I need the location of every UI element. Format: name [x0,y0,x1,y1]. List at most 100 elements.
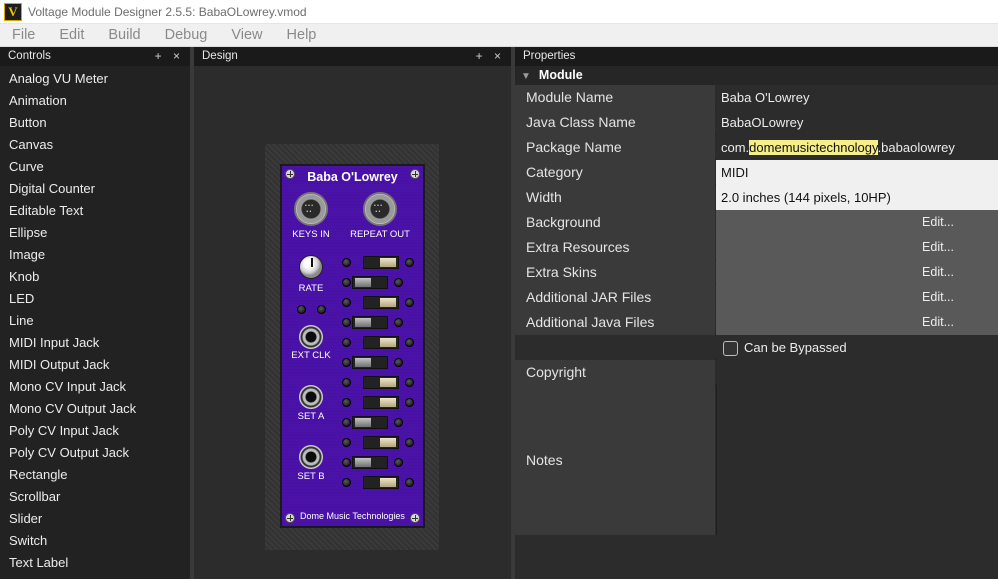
panel-dock-close-icons[interactable]: + × [155,47,184,66]
step-led[interactable] [342,478,351,487]
panel-dock-close-icons[interactable]: + × [476,47,505,66]
menu-help[interactable]: Help [275,24,329,47]
control-item-analog-vu-meter[interactable]: Analog VU Meter [0,68,190,90]
notes-textarea[interactable] [716,385,998,535]
step-switch[interactable] [363,476,399,489]
step-led[interactable] [405,398,414,407]
led[interactable] [297,305,306,314]
step-led[interactable] [405,438,414,447]
keys-in-label[interactable]: KEYS IN [276,229,346,240]
menu-debug[interactable]: Debug [153,24,220,47]
set-b-label[interactable]: SET B [276,471,346,482]
step-led[interactable] [342,278,351,287]
menu-view[interactable]: View [219,24,274,47]
additional-java-files-edit-button[interactable]: Edit... [716,310,998,335]
step-led[interactable] [405,258,414,267]
category-select[interactable]: MIDI [716,160,998,185]
step-led[interactable] [405,378,414,387]
control-item-knob[interactable]: Knob [0,266,190,288]
repeat-out-label[interactable]: REPEAT OUT [345,229,415,240]
step-led[interactable] [342,398,351,407]
design-canvas[interactable]: Baba O'Lowrey KEYS IN REPEAT OUT RATE EX… [194,66,511,579]
can-be-bypassed-checkbox[interactable] [723,341,738,357]
module-name-field[interactable]: Baba O'Lowrey [716,85,998,110]
set-a-jack[interactable] [299,385,323,409]
step-led[interactable] [405,298,414,307]
control-item-poly-cv-output-jack[interactable]: Poly CV Output Jack [0,442,190,464]
module-footer-label[interactable]: Dome Music Technologies [282,511,423,521]
step-led[interactable] [394,418,403,427]
set-b-jack[interactable] [299,445,323,469]
extra-skins-edit-button[interactable]: Edit... [716,260,998,285]
copyright-field[interactable] [716,360,998,385]
control-item-button[interactable]: Button [0,112,190,134]
control-item-midi-input-jack[interactable]: MIDI Input Jack [0,332,190,354]
step-switch[interactable] [363,296,399,309]
step-led[interactable] [394,458,403,467]
rate-knob[interactable] [299,255,323,279]
step-switch[interactable] [363,336,399,349]
can-be-bypassed-toggle[interactable]: Can be Bypassed [716,335,998,360]
extra-resources-edit-button[interactable]: Edit... [716,235,998,260]
collapse-triangle-icon[interactable]: ▼ [521,67,531,86]
ext-clk-jack[interactable] [299,325,323,349]
set-a-label[interactable]: SET A [276,411,346,422]
step-switch[interactable] [352,416,388,429]
step-switch[interactable] [363,256,399,269]
midi-output-jack[interactable] [363,192,397,226]
step-switch[interactable] [352,456,388,469]
step-led[interactable] [342,338,351,347]
step-switch[interactable] [363,376,399,389]
java-class-name-field[interactable]: BabaOLowrey [716,110,998,135]
midi-input-jack[interactable] [294,192,328,226]
step-switch[interactable] [363,436,399,449]
control-item-led[interactable]: LED [0,288,190,310]
menu-build[interactable]: Build [96,24,152,47]
step-led[interactable] [342,318,351,327]
step-switch[interactable] [352,356,388,369]
step-led[interactable] [342,418,351,427]
step-led[interactable] [394,278,403,287]
control-item-digital-counter[interactable]: Digital Counter [0,178,190,200]
control-item-rectangle[interactable]: Rectangle [0,464,190,486]
step-led[interactable] [342,438,351,447]
control-item-ellipse[interactable]: Ellipse [0,222,190,244]
control-item-curve[interactable]: Curve [0,156,190,178]
step-led[interactable] [394,318,403,327]
control-item-image[interactable]: Image [0,244,190,266]
step-switch[interactable] [352,316,388,329]
additional-jar-files-edit-button[interactable]: Edit... [716,285,998,310]
rate-label[interactable]: RATE [276,283,346,294]
step-switch[interactable] [363,396,399,409]
package-name-field[interactable]: com.domemusictechnology.babaolowrey [716,135,998,160]
module-title[interactable]: Baba O'Lowrey [282,170,423,184]
menu-edit[interactable]: Edit [47,24,96,47]
control-item-midi-output-jack[interactable]: MIDI Output Jack [0,354,190,376]
control-item-scrollbar[interactable]: Scrollbar [0,486,190,508]
step-led[interactable] [405,478,414,487]
step-led[interactable] [342,258,351,267]
control-item-mono-cv-output-jack[interactable]: Mono CV Output Jack [0,398,190,420]
step-led[interactable] [342,378,351,387]
control-item-canvas[interactable]: Canvas [0,134,190,156]
control-item-animation[interactable]: Animation [0,90,190,112]
control-item-mono-cv-input-jack[interactable]: Mono CV Input Jack [0,376,190,398]
step-led[interactable] [342,458,351,467]
background-edit-button[interactable]: Edit... [716,210,998,235]
module-faceplate[interactable]: Baba O'Lowrey KEYS IN REPEAT OUT RATE EX… [280,164,425,528]
step-switch[interactable] [352,276,388,289]
ext-clk-label[interactable]: EXT CLK [276,350,346,361]
step-led[interactable] [342,298,351,307]
menu-file[interactable]: File [0,24,47,47]
module-section-header[interactable]: ▼ Module [515,66,998,85]
control-item-line[interactable]: Line [0,310,190,332]
step-led[interactable] [405,338,414,347]
control-item-slider[interactable]: Slider [0,508,190,530]
control-item-switch[interactable]: Switch [0,530,190,552]
control-item-text-label[interactable]: Text Label [0,552,190,574]
width-select[interactable]: 2.0 inches (144 pixels, 10HP) [716,185,998,210]
step-led[interactable] [394,358,403,367]
control-item-poly-cv-input-jack[interactable]: Poly CV Input Jack [0,420,190,442]
control-item-editable-text[interactable]: Editable Text [0,200,190,222]
led[interactable] [317,305,326,314]
